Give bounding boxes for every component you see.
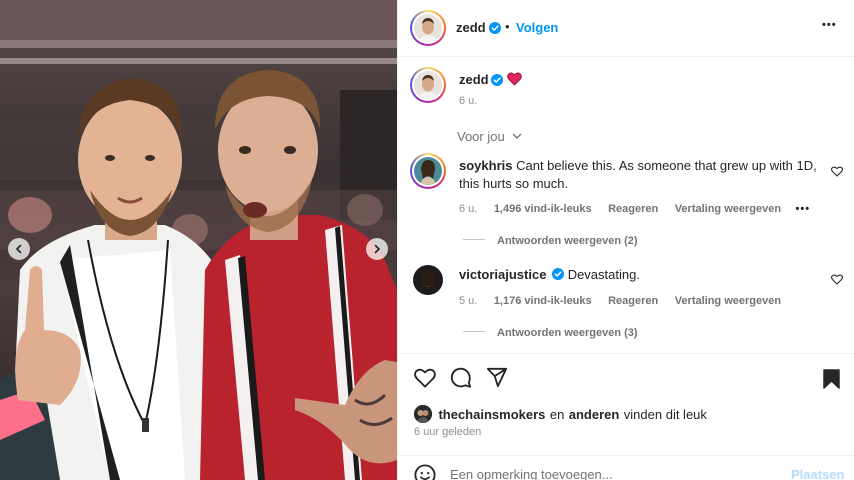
comment-body: soykhris Cant believe this. As someone t… <box>459 158 817 173</box>
comment-bubble-icon[interactable] <box>450 367 472 389</box>
red-heart-emoji-icon <box>507 72 522 86</box>
comment-avatar[interactable] <box>410 153 446 189</box>
comment-text: Cant believe this. As someone that grew … <box>516 158 817 173</box>
post-timestamp: 6 uur geleden <box>414 426 482 438</box>
reply-button[interactable]: Reageren <box>608 203 658 215</box>
comment-username[interactable]: soykhris <box>459 158 512 173</box>
view-replies-label: Antwoorden weergeven (2) <box>497 235 638 247</box>
follow-button[interactable]: Volgen <box>516 20 558 35</box>
caption-author-avatar[interactable] <box>410 67 446 103</box>
comment-time: 6 u. <box>459 203 478 215</box>
comment-avatar[interactable] <box>413 265 443 295</box>
caption-username[interactable]: zedd <box>459 72 489 87</box>
avatar-image <box>413 265 443 295</box>
likes-suffix: vinden dit leuk <box>623 407 707 422</box>
post-image[interactable] <box>0 0 397 480</box>
liker-avatar[interactable] <box>414 405 432 423</box>
chevron-right-icon <box>374 244 381 254</box>
liker-username[interactable]: thechainsmokers <box>438 407 545 422</box>
comment-more-button[interactable]: ••• <box>796 203 811 215</box>
dot-separator: • <box>505 19 510 34</box>
post-details-panel: zedd • Volgen ••• zedd 6 u. Voor jou soy… <box>397 0 854 480</box>
like-comment-heart-icon[interactable] <box>831 274 843 285</box>
avatar-image <box>414 14 442 42</box>
likes-others-link[interactable]: anderen <box>569 407 620 422</box>
translate-button[interactable]: Vertaling weergeven <box>675 295 781 307</box>
comment-meta: 5 u. 1,176 vind-ik-leuks Reageren Vertal… <box>459 291 781 309</box>
chevron-down-icon <box>512 133 522 139</box>
author-avatar[interactable] <box>410 10 446 46</box>
likes-connector: en <box>549 407 565 422</box>
comment-likes[interactable]: 1,496 vind-ik-leuks <box>494 203 592 215</box>
verified-badge-icon <box>489 22 501 34</box>
verified-badge-icon <box>491 74 503 86</box>
replies-divider <box>463 239 485 241</box>
comment-username[interactable]: victoriajustice <box>459 267 546 282</box>
avatar-image <box>414 157 442 185</box>
caption-time: 6 u. <box>459 95 478 107</box>
comment-input[interactable]: Een opmerking toevoegen... <box>450 467 613 480</box>
replies-divider <box>463 331 485 333</box>
chevron-left-icon <box>15 244 22 254</box>
emoji-smiley-icon[interactable] <box>414 464 436 480</box>
avatar-image <box>414 405 432 423</box>
post-header: zedd • Volgen ••• <box>398 0 854 57</box>
comment-composer: Een opmerking toevoegen... Plaatsen <box>398 455 854 480</box>
more-options-button[interactable]: ••• <box>822 19 837 31</box>
like-heart-icon[interactable] <box>414 368 436 388</box>
comment-text: Devastating. <box>567 267 640 282</box>
comment-time: 5 u. <box>459 295 478 307</box>
share-paper-plane-icon[interactable] <box>486 367 508 388</box>
translate-button[interactable]: Vertaling weergeven <box>675 203 781 215</box>
likes-summary: thechainsmokers en anderen vinden dit le… <box>414 405 707 424</box>
comment-sort-selector[interactable]: Voor jou <box>457 129 522 144</box>
post-photo <box>0 0 397 480</box>
save-bookmark-icon[interactable] <box>823 369 840 389</box>
author-username[interactable]: zedd <box>456 20 486 35</box>
comment-text-continued: this hurts so much. <box>459 176 569 191</box>
avatar-image <box>414 71 442 99</box>
like-comment-heart-icon[interactable] <box>831 166 843 177</box>
next-image-button[interactable] <box>366 238 388 260</box>
comment-body: victoriajustice Devastating. <box>459 267 640 282</box>
comment-sort-label: Voor jou <box>457 129 505 144</box>
view-replies-button[interactable]: Antwoorden weergeven (2) <box>463 231 638 249</box>
reply-button[interactable]: Reageren <box>608 295 658 307</box>
previous-image-button[interactable] <box>8 238 30 260</box>
view-replies-button[interactable]: Antwoorden weergeven (3) <box>463 323 638 341</box>
comment-meta: 6 u. 1,496 vind-ik-leuks Reageren Vertal… <box>459 199 810 217</box>
comment-likes[interactable]: 1,176 vind-ik-leuks <box>494 295 592 307</box>
verified-badge-icon <box>552 268 565 280</box>
post-comment-button[interactable]: Plaatsen <box>791 467 844 480</box>
view-replies-label: Antwoorden weergeven (3) <box>497 327 638 339</box>
